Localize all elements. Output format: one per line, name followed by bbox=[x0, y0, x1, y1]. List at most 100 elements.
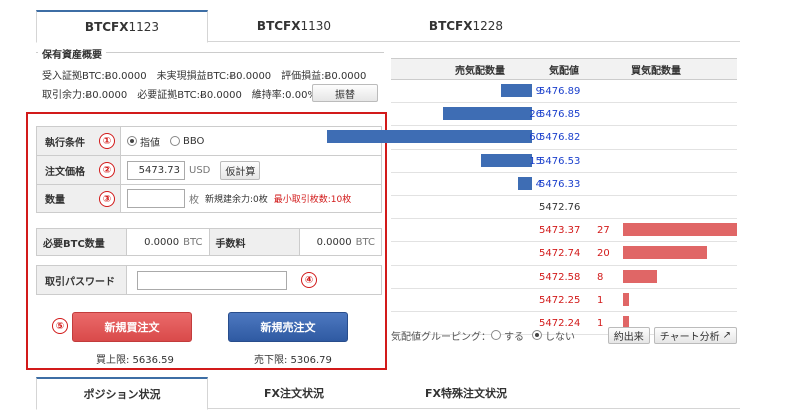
header-buy-qty: 買気配数量 bbox=[631, 65, 681, 77]
sell-price[interactable]: 5476.82 bbox=[539, 132, 580, 143]
order-book: 売気配数量 気配値 買気配数量 9 5476.89 26 5476.85 60 5476.… bbox=[327, 58, 737, 336]
sell-qty-bar bbox=[501, 84, 532, 97]
header-price: 気配値 bbox=[549, 65, 579, 77]
qty-value-cell: 枚 新規建余力:0枚 最小取引枚数:10枚 bbox=[121, 185, 381, 212]
buy-row: 5472.58 8 bbox=[391, 266, 737, 289]
buy-price[interactable]: 5472.58 bbox=[539, 272, 580, 283]
sell-row: 26 5476.85 bbox=[391, 103, 737, 127]
price-unit: USD bbox=[189, 164, 211, 176]
sell-qty-bar bbox=[481, 153, 532, 167]
tab-fx-special-orders[interactable]: FX特殊注文状況 bbox=[380, 377, 552, 409]
tab-number: 1130 bbox=[300, 19, 332, 33]
price-label-text: 注文価格 bbox=[45, 166, 85, 178]
buy-row: 5472.74 20 bbox=[391, 242, 737, 266]
tab-btcfx1228[interactable]: BTCFX 1228 bbox=[380, 10, 552, 42]
password-input[interactable] bbox=[137, 271, 287, 290]
sell-limit: 売下限: 5306.79 bbox=[254, 355, 332, 366]
executed-button[interactable]: 約出来 bbox=[607, 326, 650, 344]
qty-unit: 枚 bbox=[189, 195, 199, 206]
chart-analysis-button[interactable]: チャート分析 ↗ bbox=[653, 326, 737, 344]
buy-qty-bar bbox=[623, 292, 629, 306]
btc-required-unit: BTC bbox=[183, 236, 203, 248]
fee-value: 0.0000 BTC bbox=[300, 229, 382, 255]
new-sell-order-button[interactable]: 新規売注文 bbox=[228, 312, 348, 342]
tab-number: 1123 bbox=[128, 20, 160, 34]
header-sell-qty: 売気配数量 bbox=[455, 65, 505, 77]
assets-title: 保有資産概要 bbox=[38, 46, 106, 61]
fee-label: 手数料 bbox=[209, 229, 300, 255]
sell-price[interactable]: 5476.85 bbox=[539, 109, 580, 120]
price-label: 注文価格 ② bbox=[37, 156, 121, 184]
sell-price[interactable]: 5476.53 bbox=[539, 156, 580, 167]
buy-row: 5472.25 1 bbox=[391, 289, 737, 312]
cost-row: 必要BTC数量 0.0000 BTC 手数料 0.0000 BTC bbox=[36, 228, 382, 256]
fee-number: 0.0000 bbox=[316, 236, 352, 248]
btc-required-number: 0.0000 bbox=[144, 236, 180, 248]
buy-price[interactable]: 5472.74 bbox=[539, 248, 580, 259]
password-row: 取引パスワード ④ bbox=[36, 265, 382, 295]
tab-btcfx1130[interactable]: BTCFX 1130 bbox=[208, 10, 380, 42]
bbo-radio[interactable] bbox=[170, 136, 180, 146]
grouping-off-label: しない bbox=[545, 331, 575, 343]
buy-price[interactable]: 5473.37 bbox=[539, 225, 580, 236]
condition-label: 執行条件 ① bbox=[37, 127, 121, 155]
limit-radio[interactable] bbox=[127, 136, 137, 146]
sell-row: 4 5476.33 bbox=[391, 173, 737, 196]
new-buy-order-button[interactable]: 新規買注文 bbox=[72, 312, 192, 342]
calc-button[interactable]: 仮計算 bbox=[220, 160, 261, 180]
buy-qty-bar bbox=[623, 269, 657, 283]
condition-label-text: 執行条件 bbox=[45, 137, 85, 149]
order-book-header: 売気配数量 気配値 買気配数量 bbox=[391, 58, 737, 80]
cost-table: 必要BTC数量 0.0000 BTC 手数料 0.0000 BTC bbox=[36, 228, 382, 256]
tab-btcfx1123[interactable]: BTCFX 1123 bbox=[36, 10, 208, 43]
assets-row-2: 取引余力:Ƀ0.0000 必要証拠BTC:Ƀ0.0000 維持率:0.00% bbox=[42, 90, 317, 101]
tab-prefix: BTCFX bbox=[256, 19, 301, 33]
tab-prefix: BTCFX bbox=[428, 19, 473, 33]
sell-qty-bar bbox=[327, 130, 532, 144]
assets-row-1: 受入証拠BTC:Ƀ0.0000 未実現損益BTC:Ƀ0.0000 評価損益:Ƀ0… bbox=[42, 71, 367, 82]
order-book-rows: 9 5476.89 26 5476.85 60 5476.82 15 5476.53 4 5476… bbox=[327, 80, 737, 336]
buy-qty: 20 bbox=[597, 248, 610, 260]
marker-2: ② bbox=[99, 162, 115, 178]
contract-tabs: BTCFX 1123 BTCFX 1130 BTCFX 1228 bbox=[36, 10, 740, 43]
order-book-footer: 気配値グルーピング： する しない 約出来 チャート分析 ↗ bbox=[391, 324, 737, 346]
buy-qty: 27 bbox=[597, 225, 610, 237]
tab-fx-orders[interactable]: FX注文状況 bbox=[208, 377, 380, 409]
sell-qty-bar bbox=[443, 107, 532, 121]
sell-row: 15 5476.53 bbox=[391, 150, 737, 173]
buy-limit: 買上限: 5636.59 bbox=[96, 355, 174, 366]
qty-label: 数量 ③ bbox=[37, 185, 121, 212]
grouping-on-radio[interactable] bbox=[491, 330, 501, 340]
marker-3: ③ bbox=[99, 191, 115, 207]
limit-radio-label: 指値 bbox=[140, 137, 160, 149]
sell-price[interactable]: 5476.89 bbox=[539, 86, 580, 97]
sell-row: 9 5476.89 bbox=[391, 80, 737, 104]
qty-min: 最小取引枚数:10枚 bbox=[273, 195, 352, 205]
buy-qty-bar bbox=[623, 246, 707, 260]
sell-price[interactable]: 5476.33 bbox=[539, 179, 580, 190]
qty-capacity: 新規建余力:0枚 bbox=[205, 195, 268, 205]
price-row: 注文価格 ② USD 仮計算 bbox=[36, 155, 382, 184]
grouping-off-radio[interactable] bbox=[532, 330, 542, 340]
price-input[interactable] bbox=[127, 160, 185, 180]
tab-number: 1228 bbox=[472, 19, 504, 33]
bbo-radio-label: BBO bbox=[183, 135, 205, 147]
status-tabs: ポジション状況 FX注文状況 FX特殊注文状況 bbox=[36, 377, 740, 410]
marker-5: ⑤ bbox=[52, 318, 68, 334]
qty-input[interactable] bbox=[127, 189, 185, 208]
fee-unit: BTC bbox=[355, 236, 375, 248]
assets-summary: 保有資産概要 受入証拠BTC:Ƀ0.0000 未実現損益BTC:Ƀ0.0000 … bbox=[36, 46, 384, 102]
password-label: 取引パスワード bbox=[37, 266, 127, 294]
marker-1: ① bbox=[99, 133, 115, 149]
marker-4: ④ bbox=[301, 272, 317, 288]
btc-required-value: 0.0000 BTC bbox=[127, 229, 210, 255]
qty-row: 数量 ③ 枚 新規建余力:0枚 最小取引枚数:10枚 bbox=[36, 184, 382, 213]
qty-label-text: 数量 bbox=[45, 195, 65, 206]
tab-positions[interactable]: ポジション状況 bbox=[36, 377, 208, 410]
external-link-icon: ↗ bbox=[722, 329, 731, 341]
mid-price: 5472.76 bbox=[539, 201, 581, 213]
price-value-cell: USD 仮計算 bbox=[121, 156, 381, 184]
buy-qty-bar bbox=[623, 223, 737, 237]
buy-price[interactable]: 5472.25 bbox=[539, 295, 580, 306]
transfer-button[interactable]: 振替 bbox=[312, 84, 378, 102]
